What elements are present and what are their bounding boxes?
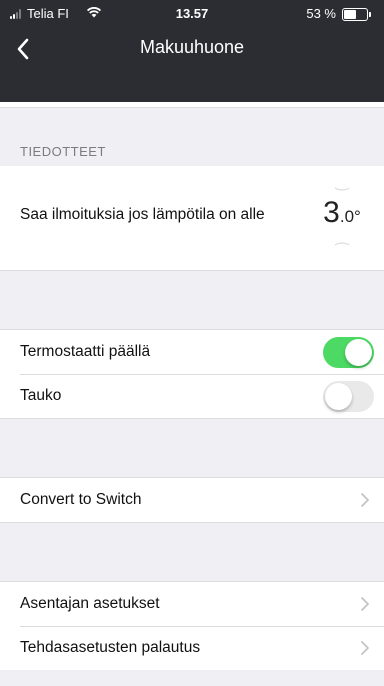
scrolled-cell bbox=[0, 102, 384, 108]
factory-reset-label: Tehdasasetusten palautus bbox=[20, 639, 201, 656]
chevron-right-icon bbox=[361, 641, 369, 655]
temperature-alert-cell: Saa ilmoituksia jos lämpötila on alle ‿ … bbox=[0, 166, 384, 270]
toggle-group: Termostaatti päällä Tauko bbox=[0, 330, 384, 418]
battery-icon bbox=[342, 8, 371, 21]
divider bbox=[0, 270, 384, 271]
page-title: Makuuhuone bbox=[139, 37, 245, 57]
factory-reset-cell[interactable]: Tehdasasetusten palautus bbox=[0, 626, 384, 670]
pause-label: Tauko bbox=[20, 387, 62, 404]
temperature-value: 3.0° bbox=[323, 196, 361, 229]
picker-previous-value: ‿ bbox=[335, 174, 349, 191]
chevron-right-icon bbox=[361, 597, 369, 611]
pause-switch[interactable] bbox=[323, 381, 374, 412]
thermostat-on-switch[interactable] bbox=[323, 337, 374, 368]
status-bar: Telia FI 13.57 53 % bbox=[0, 0, 384, 28]
temperature-picker[interactable]: ‿ 3.0° ⁀ bbox=[312, 166, 372, 270]
pause-row: Tauko bbox=[0, 374, 384, 418]
convert-to-switch-label: Convert to Switch bbox=[20, 491, 142, 508]
installer-settings-cell[interactable]: Asentajan asetukset bbox=[0, 582, 384, 626]
settings-group: Asentajan asetukset Tehdasasetusten pala… bbox=[0, 582, 384, 670]
battery-percentage: 53 % bbox=[306, 6, 336, 21]
temperature-alert-label: Saa ilmoituksia jos lämpötila on alle bbox=[20, 206, 265, 223]
divider bbox=[0, 522, 384, 523]
installer-settings-label: Asentajan asetukset bbox=[20, 595, 160, 612]
divider bbox=[0, 418, 384, 419]
picker-next-value: ⁀ bbox=[335, 244, 349, 261]
chevron-right-icon bbox=[361, 493, 369, 507]
thermostat-on-label: Termostaatti päällä bbox=[20, 343, 151, 360]
convert-to-switch-cell[interactable]: Convert to Switch bbox=[0, 478, 384, 522]
section-header-notifications: TIEDOTTEET bbox=[20, 144, 106, 159]
navigation-bar: Telia FI 13.57 53 % Makuuhuone bbox=[0, 0, 384, 102]
thermostat-on-row: Termostaatti päällä bbox=[0, 330, 384, 374]
convert-row: Convert to Switch bbox=[0, 478, 384, 522]
